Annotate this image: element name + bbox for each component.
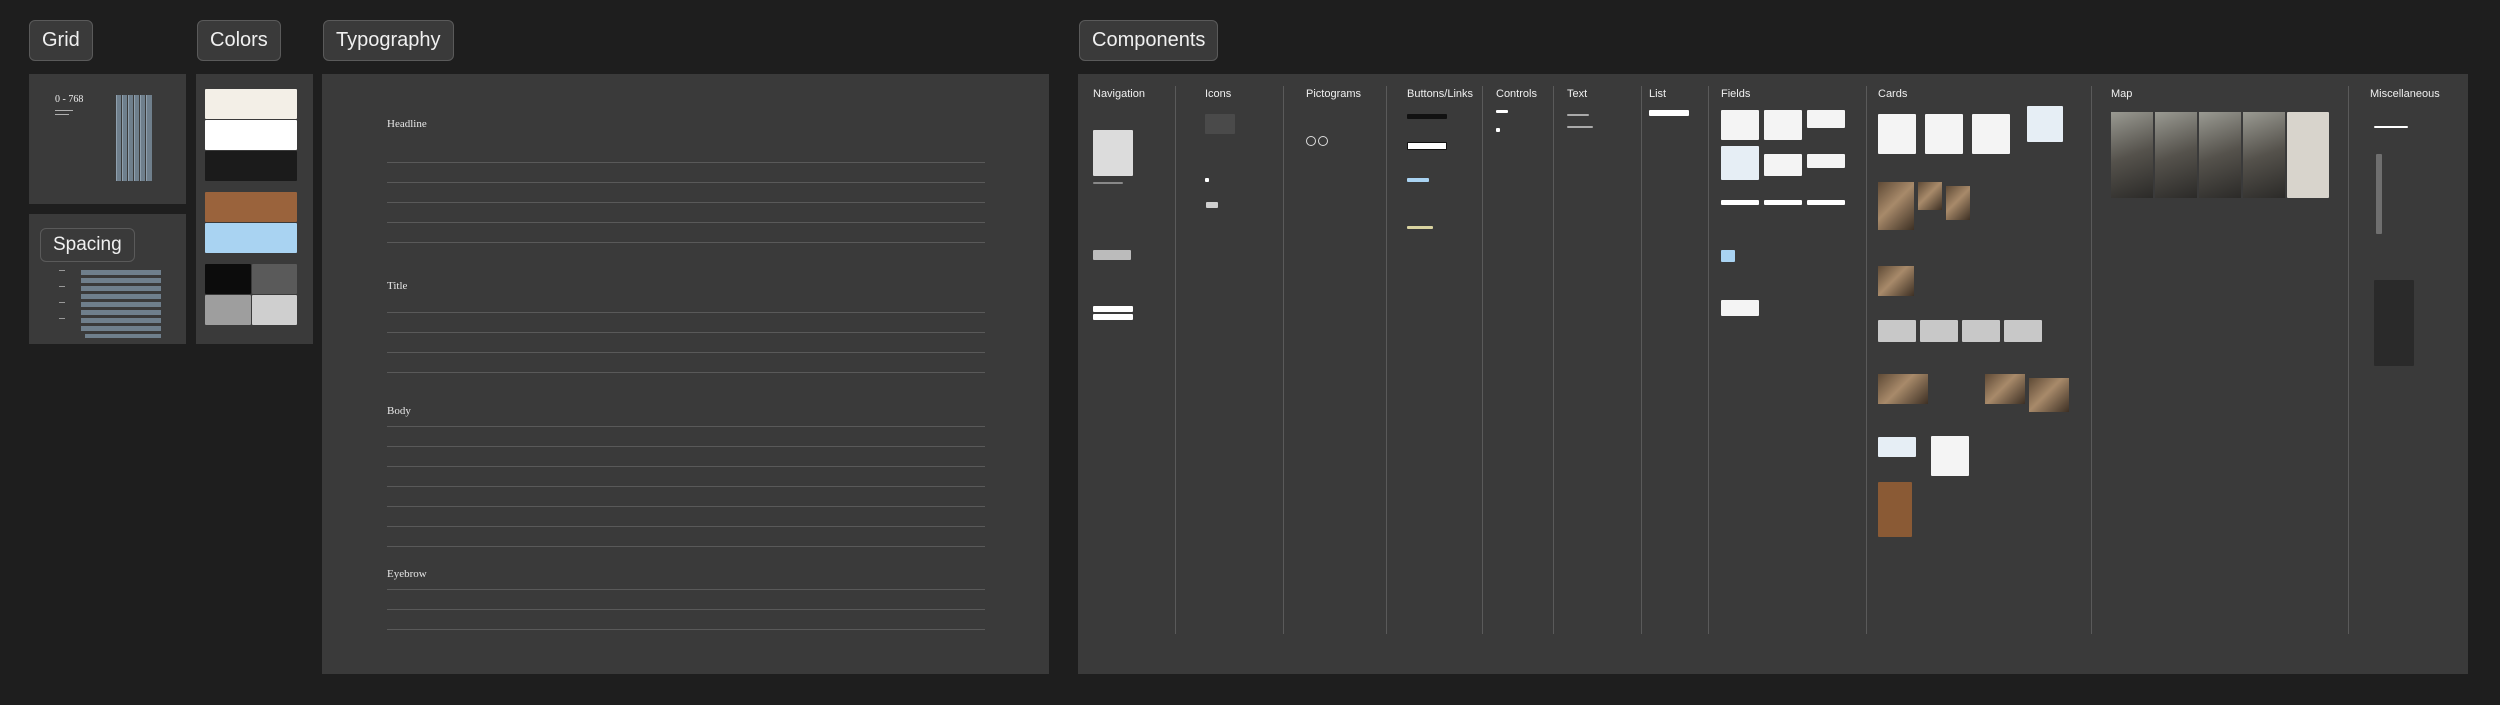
field-preview-3[interactable] bbox=[1807, 110, 1845, 128]
map-preview-2[interactable] bbox=[2155, 112, 2197, 198]
components-col-pictograms: Pictograms bbox=[1306, 88, 1362, 100]
components-col-icons: Icons bbox=[1205, 88, 1232, 100]
section-label-typography[interactable]: Typography bbox=[323, 20, 454, 61]
color-swatch-white[interactable] bbox=[205, 120, 297, 150]
field-preview-4[interactable] bbox=[1721, 146, 1759, 180]
map-preview-3[interactable] bbox=[2199, 112, 2241, 198]
nav-preview-tabs[interactable] bbox=[1093, 250, 1131, 260]
control-preview-toggle[interactable] bbox=[1496, 110, 1508, 113]
components-col-map: Map bbox=[2111, 88, 2133, 100]
card-preview-image-2[interactable] bbox=[1918, 182, 1942, 210]
components-col-list: List bbox=[1649, 88, 1667, 100]
map-preview-1[interactable] bbox=[2111, 112, 2153, 198]
card-preview-image-7[interactable] bbox=[2029, 378, 2069, 412]
card-preview-image-5[interactable] bbox=[1878, 374, 1928, 404]
card-preview-1[interactable] bbox=[1878, 114, 1916, 154]
color-swatch-light-blue[interactable] bbox=[205, 223, 297, 253]
card-preview-image-3[interactable] bbox=[1946, 186, 1970, 220]
card-preview-4[interactable] bbox=[2027, 106, 2063, 142]
section-label-spacing[interactable]: Spacing bbox=[40, 228, 135, 262]
field-preview-10[interactable] bbox=[1721, 250, 1735, 262]
field-preview-2[interactable] bbox=[1764, 110, 1802, 140]
control-preview-checkbox[interactable] bbox=[1496, 128, 1500, 132]
card-preview-3[interactable] bbox=[1972, 114, 2010, 154]
type-group-eyebrow: Eyebrow bbox=[387, 568, 427, 580]
field-preview-8[interactable] bbox=[1764, 200, 1802, 205]
type-group-title: Title bbox=[387, 280, 408, 292]
section-label-colors[interactable]: Colors bbox=[197, 20, 281, 61]
icon-preview-small bbox=[1205, 178, 1209, 182]
list-preview-item[interactable] bbox=[1649, 110, 1689, 116]
card-preview-image-4[interactable] bbox=[1878, 266, 1914, 296]
field-preview-1[interactable] bbox=[1721, 110, 1759, 140]
components-col-fields: Fields bbox=[1721, 88, 1751, 100]
spacing-scale-preview bbox=[51, 270, 163, 340]
grid-columns-preview bbox=[116, 95, 154, 181]
nav-preview-button-2[interactable] bbox=[1093, 314, 1133, 320]
pictogram-preview-2 bbox=[1318, 136, 1328, 146]
components-col-buttons-links: Buttons/Links bbox=[1407, 88, 1474, 100]
card-preview-11[interactable] bbox=[1878, 482, 1912, 537]
grid-range-text: 0 - 768 bbox=[55, 94, 84, 105]
type-group-body: Body bbox=[387, 405, 411, 417]
components-frame[interactable]: Navigation Icons Pictograms Buttons/Link… bbox=[1078, 74, 2468, 674]
typography-frame[interactable]: Headline Title Body Eyebrow bbox=[322, 74, 1049, 674]
color-swatch-gray-mid[interactable] bbox=[205, 295, 251, 325]
nav-preview-menu[interactable] bbox=[1093, 130, 1133, 176]
type-group-headline: Headline bbox=[387, 118, 427, 130]
card-preview-5[interactable] bbox=[1878, 320, 1916, 342]
card-preview-image-1[interactable] bbox=[1878, 182, 1914, 230]
color-swatch-cream[interactable] bbox=[205, 89, 297, 119]
components-col-text: Text bbox=[1567, 88, 1588, 100]
card-preview-6[interactable] bbox=[1920, 320, 1958, 342]
card-preview-image-6[interactable] bbox=[1985, 374, 2025, 404]
grid-frame[interactable]: 0 - 768 bbox=[29, 74, 186, 204]
pictogram-preview-1 bbox=[1306, 136, 1316, 146]
components-col-miscellaneous: Miscellaneous bbox=[2370, 88, 2440, 100]
card-preview-8[interactable] bbox=[2004, 320, 2042, 342]
color-swatch-gray-dark[interactable] bbox=[252, 264, 297, 294]
card-preview-7[interactable] bbox=[1962, 320, 2000, 342]
color-swatch-brown[interactable] bbox=[205, 192, 297, 222]
button-preview-primary[interactable] bbox=[1407, 114, 1447, 119]
field-preview-7[interactable] bbox=[1721, 200, 1759, 205]
card-preview-2[interactable] bbox=[1925, 114, 1963, 154]
button-preview-tag[interactable] bbox=[1407, 178, 1429, 182]
misc-dark-panel bbox=[2374, 280, 2414, 366]
components-col-cards: Cards bbox=[1878, 88, 1908, 100]
field-preview-9[interactable] bbox=[1807, 200, 1845, 205]
colors-frame[interactable] bbox=[196, 74, 313, 344]
card-preview-10[interactable] bbox=[1931, 436, 1969, 476]
components-col-navigation: Navigation bbox=[1093, 88, 1145, 100]
spacing-frame[interactable]: Spacing bbox=[29, 214, 186, 344]
misc-avatar-list bbox=[2376, 154, 2382, 234]
map-preview-4[interactable] bbox=[2243, 112, 2285, 198]
nav-preview-button-1[interactable] bbox=[1093, 306, 1133, 312]
color-swatch-black[interactable] bbox=[205, 151, 297, 181]
field-preview-11[interactable] bbox=[1721, 300, 1759, 316]
map-preview-5[interactable] bbox=[2287, 112, 2329, 198]
button-preview-link[interactable] bbox=[1407, 226, 1433, 229]
card-preview-9[interactable] bbox=[1878, 437, 1916, 457]
color-swatch-gray-light[interactable] bbox=[252, 295, 297, 325]
section-label-components[interactable]: Components bbox=[1079, 20, 1219, 61]
color-swatch-deep-black[interactable] bbox=[205, 264, 251, 294]
components-col-controls: Controls bbox=[1496, 88, 1537, 100]
button-preview-secondary[interactable] bbox=[1407, 142, 1447, 150]
field-preview-5[interactable] bbox=[1764, 154, 1802, 176]
design-system-canvas: Grid Colors Typography Components 0 - 76… bbox=[0, 0, 2500, 705]
section-label-grid[interactable]: Grid bbox=[29, 20, 93, 61]
field-preview-6[interactable] bbox=[1807, 154, 1845, 168]
